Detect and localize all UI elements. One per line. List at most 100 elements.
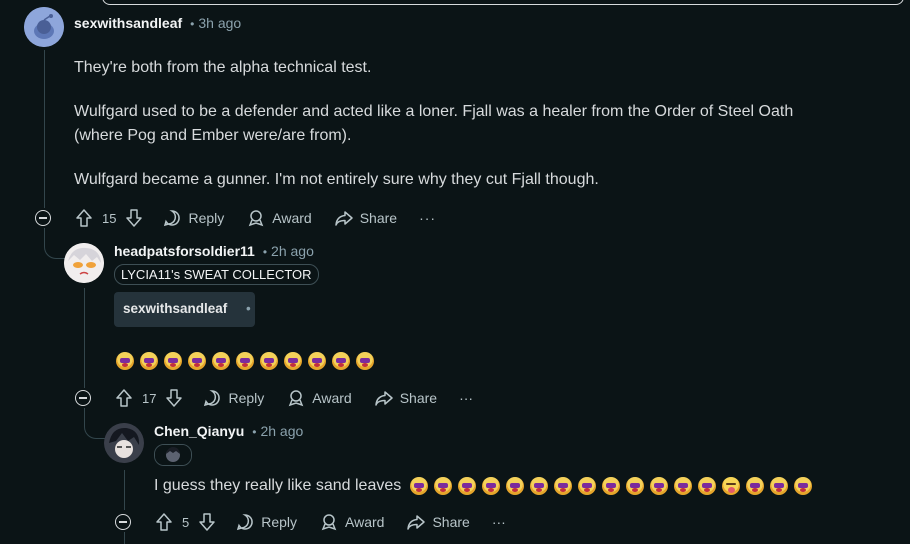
- emoji-row: [409, 476, 818, 495]
- more-options-icon: ···: [419, 210, 437, 226]
- downvote-icon[interactable]: [124, 208, 144, 228]
- crying-emoji-icon: [433, 476, 452, 495]
- more-options-button[interactable]: ···: [492, 514, 506, 530]
- collapse-button[interactable]: [35, 210, 51, 226]
- comment-header: Chen_Qianyu • 2h ago: [154, 423, 303, 441]
- downvote-icon[interactable]: [164, 388, 184, 408]
- snoo-avatar-icon: [24, 7, 64, 47]
- crying-emoji-icon: [481, 476, 500, 495]
- award-label: Award: [345, 514, 385, 530]
- crying-emoji-icon: [116, 352, 134, 370]
- downvote-icon[interactable]: [197, 512, 217, 532]
- award-button[interactable]: Award: [246, 208, 312, 228]
- reply-button[interactable]: Reply: [202, 388, 264, 408]
- crying-emoji-icon: [649, 476, 668, 495]
- crying-emoji-icon: [188, 352, 206, 370]
- crying-emoji-icon: [212, 352, 230, 370]
- flair-image: [154, 444, 192, 466]
- thread-connector: [84, 408, 107, 439]
- crying-emoji-icon: [745, 476, 764, 495]
- embedded-user-card[interactable]: sexwithsandleaf •: [114, 292, 255, 327]
- username[interactable]: headpatsforsoldier11: [114, 243, 255, 259]
- comment-text: I guess they really like sand leaves: [154, 477, 402, 494]
- crying-emoji-icon: [409, 476, 428, 495]
- comment-paragraph: Wulfgard used to be a defender and acted…: [74, 103, 794, 120]
- tongue-emoji-icon: [721, 476, 740, 495]
- crying-emoji-icon: [505, 476, 524, 495]
- comment-actions: 5 Reply Award Share ···: [154, 506, 528, 538]
- avatar[interactable]: [104, 423, 144, 463]
- reply-label: Reply: [228, 390, 265, 406]
- crying-emoji-icon: [140, 352, 158, 370]
- separator-dot: •: [262, 245, 268, 259]
- share-label: Share: [359, 210, 398, 226]
- award-icon: [248, 210, 264, 227]
- separator-dot: •: [190, 17, 195, 31]
- crying-emoji-icon: [308, 352, 326, 370]
- award-icon: [321, 514, 337, 531]
- username[interactable]: Chen_Qianyu: [154, 423, 244, 439]
- reply-label: Reply: [261, 514, 298, 530]
- username[interactable]: sexwithsandleaf: [74, 15, 182, 31]
- avatar[interactable]: [64, 243, 104, 283]
- crying-emoji-icon: [577, 476, 596, 495]
- crying-emoji-icon: [553, 476, 572, 495]
- upvote-icon[interactable]: [74, 208, 94, 228]
- crying-emoji-icon: [284, 352, 302, 370]
- anime-avatar-icon: [104, 423, 144, 463]
- comment-paragraph: (where Pog and Ember were/are from).: [74, 127, 352, 144]
- crying-emoji-icon: [625, 476, 644, 495]
- share-icon: [374, 391, 393, 406]
- vote-group: 17: [114, 388, 184, 408]
- comment-paragraph: Wulfgard became a gunner. I'm not entire…: [74, 171, 599, 188]
- user-flair: LYCIA11's SWEAT COLLECTOR: [114, 264, 319, 285]
- crying-emoji-icon: [260, 352, 278, 370]
- reply-icon: [164, 210, 181, 227]
- reply-button[interactable]: Reply: [162, 208, 224, 228]
- crying-emoji-icon: [236, 352, 254, 370]
- separator-dot: •: [252, 425, 257, 439]
- crying-emoji-icon: [356, 352, 374, 370]
- flair-avatar-icon: [155, 445, 191, 465]
- thread-line-level1: [44, 50, 45, 208]
- more-options-button[interactable]: ···: [459, 390, 473, 406]
- share-button[interactable]: Share: [334, 208, 397, 228]
- more-options-button[interactable]: ···: [419, 210, 436, 226]
- crying-emoji-icon: [529, 476, 548, 495]
- input-box-edge: [102, 0, 904, 5]
- vote-score: 5: [182, 514, 190, 530]
- reply-icon: [204, 390, 221, 407]
- crying-emoji-icon: [697, 476, 716, 495]
- thread-line-level3: [124, 470, 125, 510]
- crying-emoji-icon: [601, 476, 620, 495]
- award-label: Award: [312, 390, 352, 406]
- crying-emoji-icon: [457, 476, 476, 495]
- embedded-username: sexwithsandleaf: [123, 301, 228, 316]
- timestamp[interactable]: 3h ago: [198, 15, 241, 31]
- more-options-icon: ···: [459, 390, 474, 406]
- more-options-icon: ···: [491, 514, 506, 530]
- upvote-icon[interactable]: [154, 512, 174, 532]
- award-button[interactable]: Award: [319, 512, 384, 532]
- crying-emoji-icon: [332, 352, 350, 370]
- avatar[interactable]: [24, 7, 64, 47]
- share-button[interactable]: Share: [406, 512, 470, 532]
- comment-actions: 15 Reply Award Share ···: [74, 202, 458, 234]
- collapse-button[interactable]: [75, 390, 91, 406]
- timestamp[interactable]: 2h ago: [260, 423, 303, 439]
- vote-score: 15: [102, 210, 117, 226]
- reply-button[interactable]: Reply: [235, 512, 297, 532]
- thread-line-level3: [124, 532, 125, 544]
- collapse-button[interactable]: [115, 514, 131, 530]
- share-button[interactable]: Share: [374, 388, 437, 408]
- comment-body: They're both from the alpha technical te…: [74, 56, 894, 192]
- crying-emoji-icon: [164, 352, 182, 370]
- upvote-icon[interactable]: [114, 388, 134, 408]
- share-icon: [334, 211, 353, 226]
- comment-body: I guess they really like sand leaves: [154, 474, 894, 498]
- emoji-row: [116, 352, 416, 372]
- award-button[interactable]: Award: [286, 388, 352, 408]
- timestamp[interactable]: 2h ago: [271, 243, 314, 259]
- crying-emoji-icon: [769, 476, 788, 495]
- award-icon: [288, 390, 304, 407]
